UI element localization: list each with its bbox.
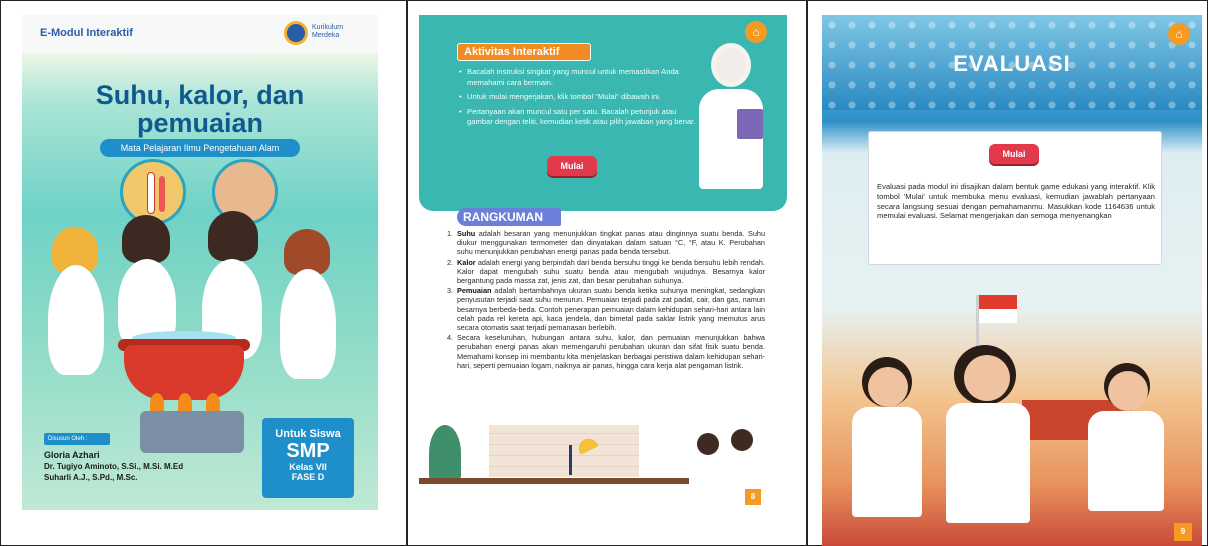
list-item: 4. Secara keseluruhan, hubungan antara su… bbox=[447, 333, 765, 370]
home-icon[interactable]: ⌂ bbox=[1168, 23, 1190, 45]
author-name: Gloria Azhari bbox=[44, 450, 100, 460]
activity-page: ⌂ Aktivitas Interaktif Bacalah instruksi… bbox=[419, 15, 787, 510]
list-item: 3. Pemuaian adalah bertambahnya ukuran su… bbox=[447, 286, 765, 333]
authors-list: Gloria Azhari Dr. Tugiyo Aminoto, S.Si.,… bbox=[44, 450, 183, 483]
list-item: Bacalah instruksi singkat yang muncul un… bbox=[459, 67, 699, 88]
summary-list: 1. Suhu adalah besaran yang menunjukkan t… bbox=[447, 229, 765, 371]
evaluation-page: ⌂ EVALUASI Mulai Evaluasi pada modul ini… bbox=[822, 15, 1202, 546]
indonesia-flag-icon bbox=[979, 295, 1017, 309]
grade-label: Kelas VII bbox=[289, 462, 327, 472]
target-label: Untuk Siswa bbox=[275, 428, 341, 440]
evaluation-card: Mulai Evaluasi pada modul ini disajikan … bbox=[868, 131, 1162, 265]
phase-label: FASE D bbox=[291, 472, 325, 482]
cooking-pot-icon bbox=[124, 345, 244, 400]
list-item: 1. Suhu adalah besaran yang menunjukkan t… bbox=[447, 229, 765, 257]
page-number: 9 bbox=[1174, 523, 1192, 541]
plant-icon bbox=[429, 425, 461, 481]
cover-page: E-Modul Interaktif Kurikulum Merdeka Suh… bbox=[22, 15, 378, 510]
list-item: 2. Kalor adalah energi yang berpindah dar… bbox=[447, 257, 765, 286]
cover-header: E-Modul Interaktif Kurikulum Merdeka bbox=[22, 15, 378, 53]
divider-1 bbox=[406, 0, 408, 546]
home-icon[interactable]: ⌂ bbox=[745, 21, 767, 43]
stove-icon bbox=[140, 411, 244, 453]
page-title: EVALUASI bbox=[953, 51, 1071, 76]
curriculum-logo: Kurikulum Merdeka bbox=[284, 21, 369, 47]
divider-2 bbox=[806, 0, 808, 546]
page-number: 8 bbox=[745, 489, 761, 505]
subject-badge: Mata Pelajaran Ilmu Pengetahuan Alam bbox=[100, 139, 300, 157]
authors-tag: Disusun Oleh : bbox=[44, 433, 110, 445]
target-audience-box: Untuk Siswa SMP Kelas VII FASE D bbox=[262, 418, 354, 498]
activity-instructions: Bacalah instruksi singkat yang muncul un… bbox=[459, 67, 699, 132]
list-item: Untuk mulai mengerjakan, klik tombol "Mu… bbox=[459, 92, 699, 103]
start-evaluation-button[interactable]: Mulai bbox=[989, 144, 1039, 164]
activity-title: Aktivitas Interaktif bbox=[457, 43, 591, 61]
author-name: Suharli A.J., S.Pd., M.Sc. bbox=[44, 473, 138, 482]
tut-wuri-emblem-icon bbox=[284, 21, 308, 45]
book-icon bbox=[737, 109, 763, 139]
summary-title: RANGKUMAN bbox=[457, 208, 561, 226]
evaluation-description: Evaluasi pada modul ini disajikan dalam … bbox=[877, 182, 1155, 221]
cover-title: Suhu, kalor, dan pemuaian bbox=[95, 80, 305, 138]
list-item: Pertanyaan akan muncul satu per satu. Ba… bbox=[459, 107, 699, 128]
brand-label: E-Modul Interaktif bbox=[40, 27, 133, 39]
school-level: SMP bbox=[286, 440, 330, 462]
author-name: Dr. Tugiyo Aminoto, S.Si., M.Si. M.Ed bbox=[44, 462, 184, 471]
curriculum-logo-text: Kurikulum Merdeka bbox=[312, 24, 344, 39]
start-activity-button[interactable]: Mulai bbox=[547, 156, 597, 176]
